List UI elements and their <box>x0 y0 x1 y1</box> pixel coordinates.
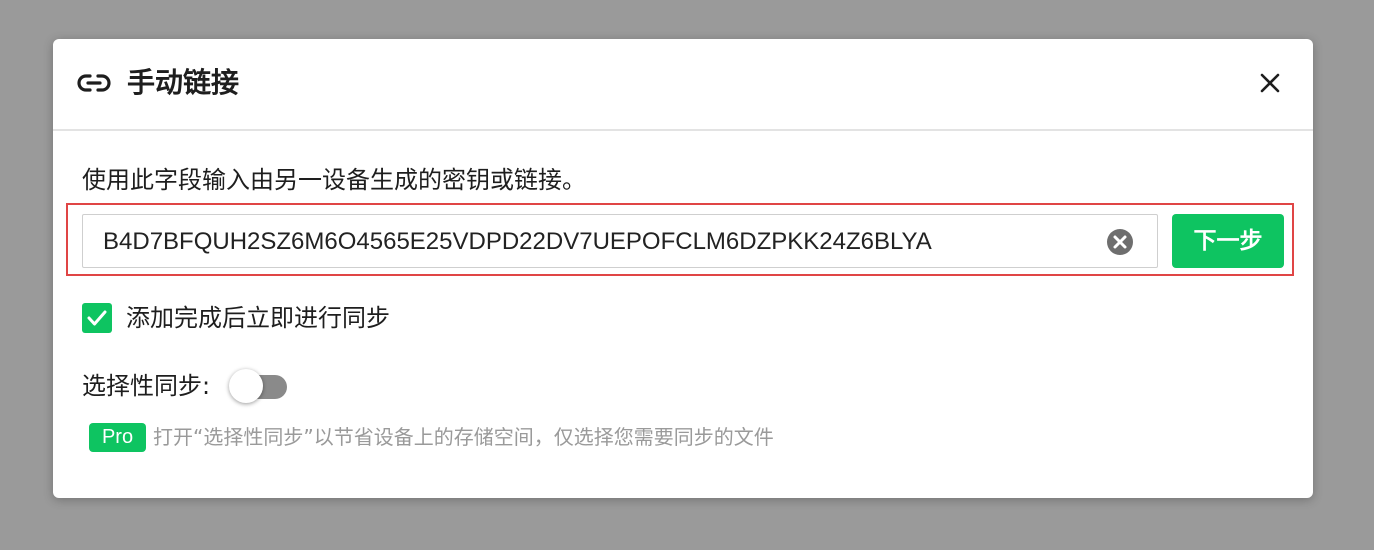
key-input[interactable]: B4D7BFQUH2SZ6M6O4565E25VDPD22DV7UEPOFCLM… <box>82 214 1158 268</box>
manual-link-dialog: 手动链接 使用此字段输入由另一设备生成的密钥或链接。 B4D7BFQUH2SZ6… <box>53 39 1313 498</box>
sync-after-add-checkbox[interactable] <box>82 303 112 333</box>
key-input-value[interactable]: B4D7BFQUH2SZ6M6O4565E25VDPD22DV7UEPOFCLM… <box>103 225 932 259</box>
sync-after-add-label: 添加完成后立即进行同步 <box>126 304 390 332</box>
link-icon <box>77 69 111 97</box>
instruction-text: 使用此字段输入由另一设备生成的密钥或链接。 <box>82 166 586 194</box>
close-icon[interactable] <box>1252 65 1288 101</box>
dialog-title: 手动链接 <box>127 66 240 99</box>
checkmark-icon <box>87 310 107 326</box>
dialog-header: 手动链接 <box>53 39 1313 131</box>
pro-hint-text: 打开“选择性同步”以节省设备上的存储空间，仅选择您需要同步的文件 <box>153 425 774 449</box>
selective-sync-toggle[interactable] <box>229 369 287 403</box>
selective-sync-label: 选择性同步: <box>82 372 211 400</box>
pro-badge: Pro <box>89 423 146 452</box>
clear-circle-icon[interactable] <box>1106 228 1134 256</box>
toggle-knob <box>229 369 263 403</box>
next-button[interactable]: 下一步 <box>1172 214 1284 268</box>
